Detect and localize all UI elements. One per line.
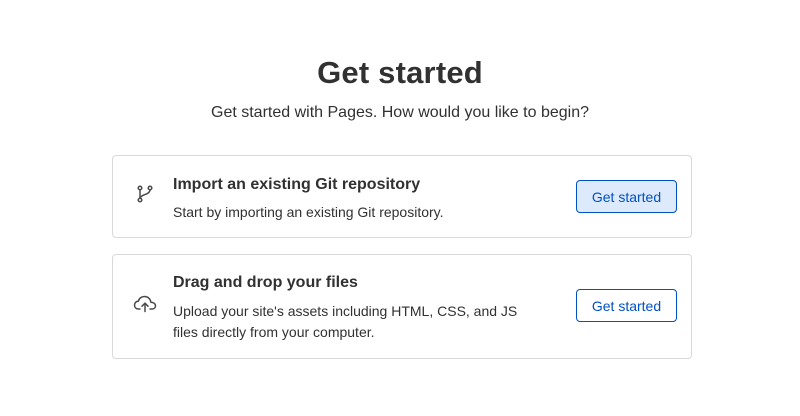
- page-title: Get started: [317, 55, 483, 90]
- import-git-option-card: Import an existing Git repository Start …: [112, 155, 692, 238]
- drag-drop-get-started-button[interactable]: Get started: [576, 289, 677, 322]
- drag-drop-option-card: Drag and drop your files Upload your sit…: [112, 254, 692, 359]
- option-title: Import an existing Git repository: [173, 176, 421, 193]
- option-description: Start by importing an existing Git repos…: [173, 204, 444, 220]
- option-title: Drag and drop your files: [173, 274, 358, 291]
- get-started-page: Get started Get started with Pages. How …: [0, 0, 800, 416]
- import-git-get-started-button[interactable]: Get started: [576, 180, 677, 213]
- cloud-upload-icon: [133, 292, 157, 316]
- page-subtitle: Get started with Pages. How would you li…: [211, 104, 589, 121]
- option-description: Upload your site's assets including HTML…: [173, 303, 518, 340]
- git-branch-icon: [133, 182, 157, 206]
